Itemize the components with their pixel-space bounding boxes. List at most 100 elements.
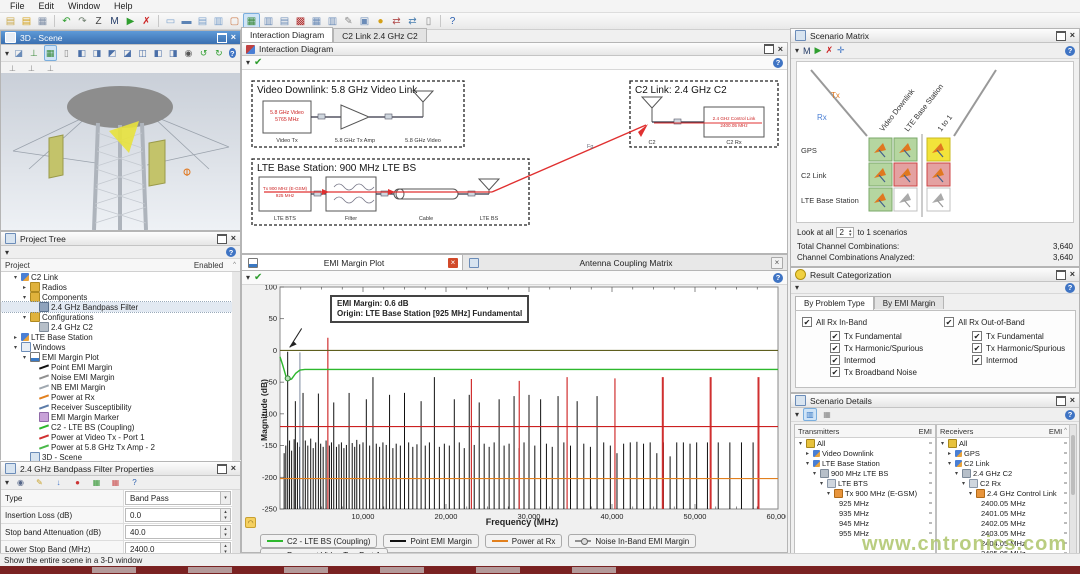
add-table-icon[interactable]: ▦ (89, 476, 104, 490)
expander-icon[interactable]: ▾ (825, 490, 832, 497)
rotate-ccw-icon[interactable]: ↺ (198, 46, 209, 60)
receivers-scrollbar[interactable] (1069, 424, 1077, 555)
tree-item[interactable]: ▾C2 Link (1, 272, 232, 282)
grid-icon[interactable]: ▦ (44, 45, 57, 61)
tree-item[interactable]: ▸LTE Base Station (1, 332, 232, 342)
menu-help[interactable]: Help (108, 1, 139, 11)
tree-item[interactable]: ▾Tx 900 MHz (E-GSM) (795, 488, 935, 498)
window-a-icon[interactable]: ▤ (195, 14, 210, 28)
tree-item[interactable]: Power at 5.8 GHz Tx Amp - 2 (1, 442, 232, 452)
property-spinner[interactable]: 0.0▴▾ (125, 508, 231, 522)
view-persp-icon[interactable]: ◉ (183, 46, 194, 60)
tree-item[interactable]: Power at Rx (1, 392, 232, 402)
view-right-icon[interactable]: ◫ (137, 46, 148, 60)
window-tile-icon[interactable]: ▬ (179, 14, 194, 28)
expander-icon[interactable]: ▸ (804, 450, 811, 457)
table-a-icon[interactable]: ▦ (309, 14, 324, 28)
edit-icon[interactable]: ✎ (32, 476, 47, 490)
interaction-diagram-canvas[interactable]: Video Downlink: 5.8 GHz Video Link C2 Li… (242, 69, 787, 253)
view-iso-icon[interactable]: ◧ (76, 46, 87, 60)
view-top-icon[interactable]: ◨ (91, 46, 102, 60)
help-icon[interactable]: ? (773, 273, 783, 283)
tree-item[interactable]: 2400.05 MHz (937, 498, 1070, 508)
3d-viewport[interactable] (1, 73, 240, 230)
checkbox-row[interactable]: ✔All Rx Out-of-Band (944, 316, 1025, 328)
tree-item[interactable]: C2 - LTE BS (Coupling) (1, 422, 232, 432)
chevron-down-icon[interactable]: ▾ (246, 58, 250, 67)
checkbox-checked-icon[interactable]: ✔ (830, 343, 840, 353)
expander-icon[interactable]: ▾ (939, 440, 946, 447)
spinner-buttons[interactable]: ▴▾ (220, 526, 230, 538)
expander-icon[interactable]: ▸ (12, 334, 19, 341)
close-tab-icon[interactable]: × (448, 258, 458, 268)
link-b-icon[interactable]: ⇄ (405, 14, 420, 28)
project-tree-titlebar[interactable]: Project Tree × (1, 232, 240, 246)
checkbox-checked-icon[interactable]: ✔ (972, 343, 982, 353)
tree-item[interactable]: ▸Radios (1, 282, 232, 292)
close-icon[interactable]: × (778, 46, 783, 53)
redo-icon[interactable]: ↷ (75, 14, 90, 28)
checkbox-checked-icon[interactable]: ✔ (944, 317, 954, 327)
checkbox-checked-icon[interactable]: ✔ (972, 355, 982, 365)
tree-item[interactable]: NB EMI Margin (1, 382, 232, 392)
expander-icon[interactable]: ▾ (804, 460, 811, 467)
float-button[interactable] (764, 44, 774, 54)
float-button[interactable] (1056, 396, 1066, 406)
new-file-icon[interactable]: ▤ (3, 14, 18, 28)
tree-item[interactable]: ▾Windows (1, 342, 232, 352)
panel-icon[interactable]: ▣ (357, 14, 372, 28)
menu-edit[interactable]: Edit (33, 1, 61, 11)
checkbox-row[interactable]: ✔Tx Broadband Noise (830, 366, 923, 378)
tree-item[interactable]: Noise EMI Margin (1, 372, 232, 382)
lock-icon[interactable]: ◠ (245, 517, 256, 528)
chevron-down-icon[interactable]: ▾ (5, 248, 9, 257)
close-icon[interactable]: × (231, 465, 236, 472)
tree-item[interactable]: 3D - Scene (1, 452, 232, 461)
tree-item[interactable]: 2.4 GHz C2 (1, 322, 232, 332)
window-cascade-icon[interactable]: ▭ (163, 14, 178, 28)
tree-item[interactable]: Receiver Susceptibility (1, 402, 232, 412)
checkbox-checked-icon[interactable]: ✔ (830, 367, 840, 377)
help-icon[interactable]: ? (1065, 46, 1075, 56)
bar-chart-icon[interactable]: ▥ (803, 408, 817, 421)
tree-item[interactable]: ▾EMI Margin Plot (1, 352, 232, 362)
checkbox-checked-icon[interactable]: ✔ (802, 317, 812, 327)
tree-item[interactable]: 935 MHz (795, 508, 935, 518)
chevron-down-icon[interactable]: ▾ (5, 478, 9, 487)
doc-icon[interactable]: ▯ (421, 14, 436, 28)
window-c-icon[interactable]: ▢ (227, 14, 242, 28)
tab-emi-margin-plot[interactable]: EMI Margin Plot × (242, 255, 463, 270)
expander-icon[interactable]: ▾ (946, 460, 953, 467)
checkbox-row[interactable]: ✔Tx Harmonic/Spurious (830, 342, 923, 354)
property-spinner[interactable]: 40.0▴▾ (125, 525, 231, 539)
download-icon[interactable]: ↓ (51, 476, 66, 490)
chevron-down-icon[interactable]: ▾ (246, 273, 250, 282)
ruler-icon[interactable]: ▯ (61, 46, 72, 60)
checkbox-row[interactable]: ✔Tx Fundamental (830, 330, 923, 342)
close-icon[interactable]: × (1070, 271, 1075, 278)
expander-icon[interactable]: ▾ (21, 314, 28, 321)
float-button[interactable] (217, 234, 227, 244)
chevron-down-icon[interactable]: ▾ (5, 49, 9, 58)
filter-properties-titlebar[interactable]: 2.4 GHz Bandpass Filter Properties × (1, 462, 240, 476)
expander-icon[interactable]: ▾ (960, 480, 967, 487)
expander-icon[interactable]: ▾ (818, 480, 825, 487)
traffic-light-icon[interactable]: ● (373, 14, 388, 28)
tree-item[interactable]: EMI Margin Marker (1, 412, 232, 422)
scenario-details-titlebar[interactable]: Scenario Details × (791, 394, 1079, 408)
help-icon[interactable]: ? (445, 14, 460, 28)
view-left-icon[interactable]: ◪ (122, 46, 133, 60)
tree-item[interactable]: 2402.05 MHz (937, 518, 1070, 528)
expander-icon[interactable]: ▾ (967, 490, 974, 497)
tree-item[interactable]: 2401.05 MHz (937, 508, 1070, 518)
float-button[interactable] (1056, 31, 1066, 41)
axes-icon[interactable]: ⊥ (28, 46, 39, 60)
tree-item[interactable]: 945 MHz (795, 518, 935, 528)
result-categorization-titlebar[interactable]: Result Categorization × (791, 268, 1079, 282)
tree-item[interactable]: ▾900 MHz LTE BS (795, 468, 935, 478)
tree-item[interactable]: ▾LTE BTS (795, 478, 935, 488)
project-tree-header[interactable]: Project Enabled ^ (1, 259, 240, 272)
checkbox-row[interactable]: ✔All Rx In-Band (802, 316, 867, 328)
tree-item[interactable]: ▾All (795, 438, 935, 448)
find-icon[interactable]: M (107, 14, 122, 28)
